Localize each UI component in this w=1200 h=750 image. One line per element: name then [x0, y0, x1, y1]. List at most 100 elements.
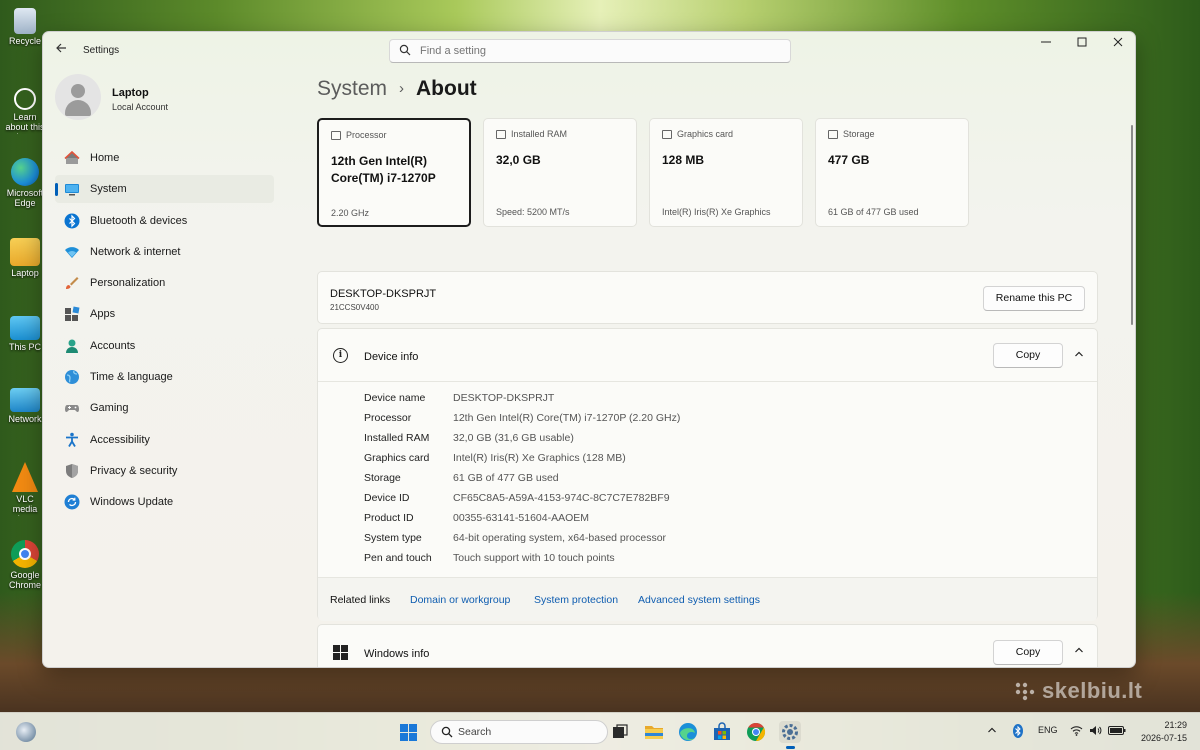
card-storage[interactable]: Storage 477 GB 61 GB of 477 GB used — [815, 118, 969, 227]
file-explorer-icon[interactable] — [643, 721, 665, 743]
rename-pc-button[interactable]: Rename this PC — [983, 286, 1085, 311]
card-value: 32,0 GB — [496, 153, 541, 167]
settings-window: Settings Laptop Local Account Home Syste… — [42, 31, 1136, 668]
collapse-button[interactable] — [1072, 349, 1086, 363]
sidebar-item-label: Home — [90, 152, 120, 164]
clock[interactable]: 21:29 2026-07-15 — [1141, 719, 1187, 745]
profile-account-type: Local Account — [112, 102, 169, 112]
scrollbar[interactable] — [1131, 125, 1133, 325]
sidebar-item-personalization[interactable]: Personalization — [55, 269, 274, 297]
edge-icon[interactable] — [677, 721, 699, 743]
collapse-button[interactable] — [1072, 645, 1086, 659]
pc-model: 21CCS0V400 — [330, 303, 379, 312]
taskbar: Search ENG 21:29 2026-07-15 — [0, 712, 1200, 750]
sidebar-item-apps[interactable]: Apps — [55, 300, 274, 328]
spec-value: CF65C8A5-A59A-4153-974C-8C7C7E782BF9 — [453, 492, 670, 504]
sidebar-item-network[interactable]: Network & internet — [55, 238, 274, 266]
widgets-button[interactable] — [16, 722, 36, 742]
taskbar-search[interactable]: Search — [430, 720, 608, 744]
link-domain-workgroup[interactable]: Domain or workgroup — [410, 594, 510, 606]
back-button[interactable] — [53, 42, 69, 58]
sidebar-item-label: System — [90, 183, 127, 196]
card-value: 128 MB — [662, 153, 705, 167]
card-ram[interactable]: Installed RAM 32,0 GB Speed: 5200 MT/s — [483, 118, 637, 227]
vlc-icon — [12, 462, 38, 492]
sidebar-item-privacy[interactable]: Privacy & security — [55, 457, 274, 485]
start-button[interactable] — [400, 724, 417, 741]
maximize-icon — [1077, 37, 1087, 47]
sidebar-item-windows-update[interactable]: Windows Update — [55, 488, 274, 516]
link-system-protection[interactable]: System protection — [534, 594, 618, 606]
sidebar-item-bluetooth[interactable]: Bluetooth & devices — [55, 207, 274, 235]
shield-icon — [66, 463, 78, 478]
device-info-header[interactable]: i Device info Copy — [318, 329, 1097, 382]
sidebar-item-gaming[interactable]: Gaming — [55, 394, 274, 422]
search-input[interactable] — [420, 40, 760, 62]
link-advanced-system-settings[interactable]: Advanced system settings — [638, 594, 760, 606]
language-indicator[interactable]: ENG — [1038, 725, 1058, 735]
arrow-left-icon — [56, 43, 66, 53]
card-title: Installed RAM — [511, 129, 568, 139]
chevron-up-icon — [1075, 647, 1083, 653]
battery-tray-icon[interactable] — [1108, 725, 1126, 738]
minimize-icon — [1041, 41, 1051, 43]
desktop-icon-recycle-bin[interactable]: Recycle Bin — [4, 8, 46, 47]
update-icon — [64, 494, 80, 510]
spec-value: 64-bit operating system, x64-based proce… — [453, 532, 667, 544]
apps-icon — [65, 307, 80, 322]
desktop-icon-laptop[interactable]: Laptop — [4, 238, 46, 279]
spec-value: DESKTOP-DKSPRJT — [453, 392, 555, 404]
desktop-icon-edge[interactable]: Microsoft Edge — [4, 158, 46, 210]
card-detail: 2.20 GHz — [331, 208, 370, 218]
profile-name: Laptop — [112, 87, 149, 99]
desktop-icon-network[interactable]: Network — [4, 388, 46, 425]
settings-icon[interactable] — [779, 721, 801, 749]
home-icon — [64, 150, 80, 164]
breadcrumb-separator: › — [399, 80, 405, 97]
spec-label: Graphics card — [364, 452, 430, 464]
card-detail: Speed: 5200 MT/s — [496, 207, 570, 217]
desktop-icon-vlc[interactable]: VLC media player — [4, 462, 46, 516]
sidebar-item-accounts[interactable]: Accounts — [55, 332, 274, 360]
sidebar-item-accessibility[interactable]: Accessibility — [55, 426, 274, 454]
sidebar-item-label: Windows Update — [90, 496, 174, 509]
windows-info-section[interactable]: Windows info Copy — [317, 624, 1098, 667]
card-graphics[interactable]: Graphics card 128 MB Intel(R) Iris(R) Xe… — [649, 118, 803, 227]
wifi-tray-icon[interactable] — [1070, 725, 1083, 738]
user-profile[interactable]: Laptop Local Account — [55, 74, 295, 124]
sidebar-item-home[interactable]: Home — [55, 144, 274, 172]
sidebar-item-label: Accounts — [90, 339, 136, 352]
sidebar-item-label: Gaming — [90, 402, 129, 415]
maximize-button[interactable] — [1064, 32, 1100, 54]
brush-icon — [66, 277, 79, 290]
desktop-icon-label: VLC media player — [12, 494, 38, 516]
sidebar-item-system[interactable]: System — [55, 175, 274, 204]
sidebar-item-time-language[interactable]: Time & language — [55, 363, 274, 391]
settings-search[interactable] — [389, 39, 791, 63]
windows-logo-icon — [333, 645, 348, 660]
copy-windows-info-button[interactable]: Copy — [993, 640, 1063, 665]
close-button[interactable] — [1100, 32, 1135, 54]
breadcrumb-parent[interactable]: System — [317, 77, 387, 100]
desktop-icon-learn[interactable]: Learn about this picture — [4, 88, 46, 134]
spec-label: Product ID — [364, 512, 414, 524]
title-bar: Settings — [43, 32, 1135, 68]
chevron-up-icon — [1075, 351, 1083, 357]
desktop-icon-label: Recycle Bin — [8, 36, 41, 47]
learn-icon — [14, 88, 36, 110]
chrome-icon[interactable] — [745, 721, 767, 743]
minimize-button[interactable] — [1028, 32, 1064, 54]
desktop-icon-this-pc[interactable]: This PC — [4, 316, 46, 353]
avatar — [55, 74, 101, 120]
close-icon — [1113, 37, 1123, 47]
card-processor[interactable]: Processor 12th Gen Intel(R) Core(TM) i7-… — [317, 118, 471, 227]
show-hidden-icons-button[interactable] — [987, 725, 997, 737]
spec-label: Storage — [364, 472, 401, 484]
volume-tray-icon[interactable] — [1089, 725, 1102, 738]
store-icon[interactable] — [711, 721, 733, 743]
sidebar-item-label: Accessibility — [90, 433, 150, 446]
task-view-icon[interactable] — [609, 721, 631, 743]
bluetooth-tray-icon[interactable] — [1013, 724, 1023, 740]
desktop-icon-chrome[interactable]: Google Chrome — [4, 540, 46, 592]
copy-device-info-button[interactable]: Copy — [993, 343, 1063, 368]
